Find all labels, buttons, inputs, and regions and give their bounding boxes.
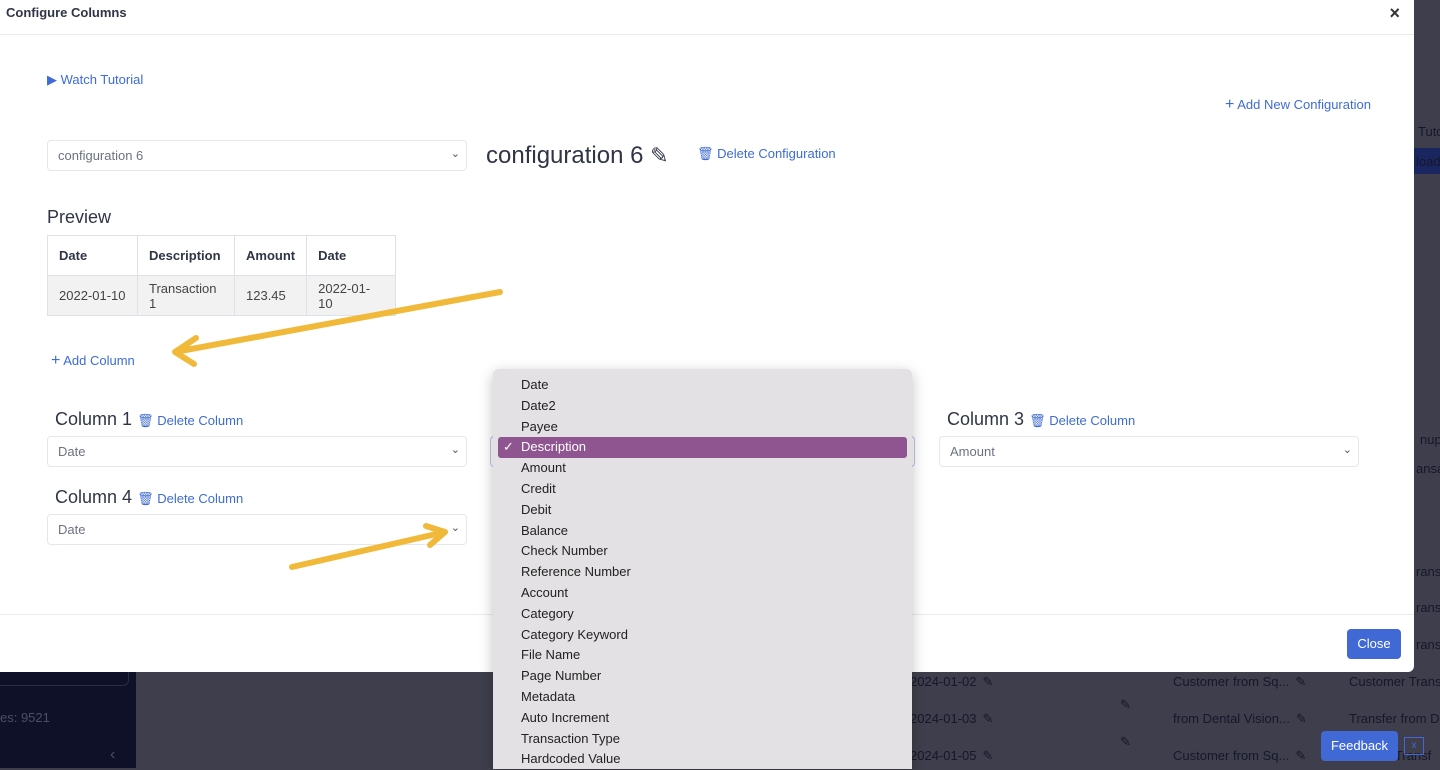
option-label: Debit <box>521 501 552 517</box>
option-label: Date <box>521 377 549 392</box>
option-label: File Name <box>521 647 581 663</box>
dropdown-option[interactable]: Metadata <box>498 687 907 708</box>
option-label: Page Number <box>521 668 602 684</box>
option-label: Hardcoded Value <box>521 751 621 767</box>
dropdown-option[interactable]: Payee <box>498 417 907 438</box>
dropdown-option[interactable]: Reference Number <box>498 562 907 583</box>
option-label: Transaction Type <box>521 730 620 746</box>
dropdown-option[interactable]: Hardcoded Value <box>498 749 907 770</box>
option-label: Check Number <box>521 543 608 559</box>
option-label: Balance <box>521 522 568 538</box>
dropdown-option[interactable]: Debit <box>498 500 907 521</box>
option-label: Category <box>521 605 574 621</box>
dropdown-option[interactable]: Date <box>498 375 907 396</box>
dropdown-option[interactable]: Transaction Type <box>498 729 907 750</box>
option-label: Account <box>521 584 568 600</box>
option-label: Auto Increment <box>521 709 610 725</box>
option-label: Reference Number <box>521 564 631 580</box>
dropdown-option[interactable]: Category <box>498 604 907 625</box>
option-label: Description <box>521 439 587 455</box>
dropdown-option[interactable]: Category Keyword <box>498 625 907 646</box>
option-label: Metadata <box>521 688 576 704</box>
dropdown-option[interactable]: Page Number <box>498 666 907 687</box>
column-type-dropdown[interactable]: Date Date2 Payee ✓ Description Amount Credit De… <box>493 369 912 769</box>
dropdown-option[interactable]: File Name <box>498 645 907 666</box>
arrow-to-add-column <box>172 289 503 367</box>
dropdown-option[interactable]: Check Number <box>498 541 907 562</box>
option-label: Amount <box>521 460 566 476</box>
option-label: Category Keyword <box>521 626 628 642</box>
arrow-to-column-4-select <box>289 523 448 570</box>
checkmark-icon: ✓ <box>503 439 514 455</box>
dropdown-option[interactable]: Auto Increment <box>498 708 907 729</box>
dropdown-option[interactable]: Amount <box>498 458 907 479</box>
dropdown-option[interactable]: Account <box>498 583 907 604</box>
option-label: Credit <box>521 480 556 496</box>
option-label: Date2 <box>521 397 556 413</box>
option-label: Payee <box>521 418 558 434</box>
dropdown-option[interactable]: ✓ Description <box>498 437 907 459</box>
dropdown-option[interactable]: Date2 <box>498 396 907 417</box>
dropdown-option[interactable]: Credit <box>498 479 907 500</box>
dropdown-option[interactable]: Balance <box>498 521 907 542</box>
